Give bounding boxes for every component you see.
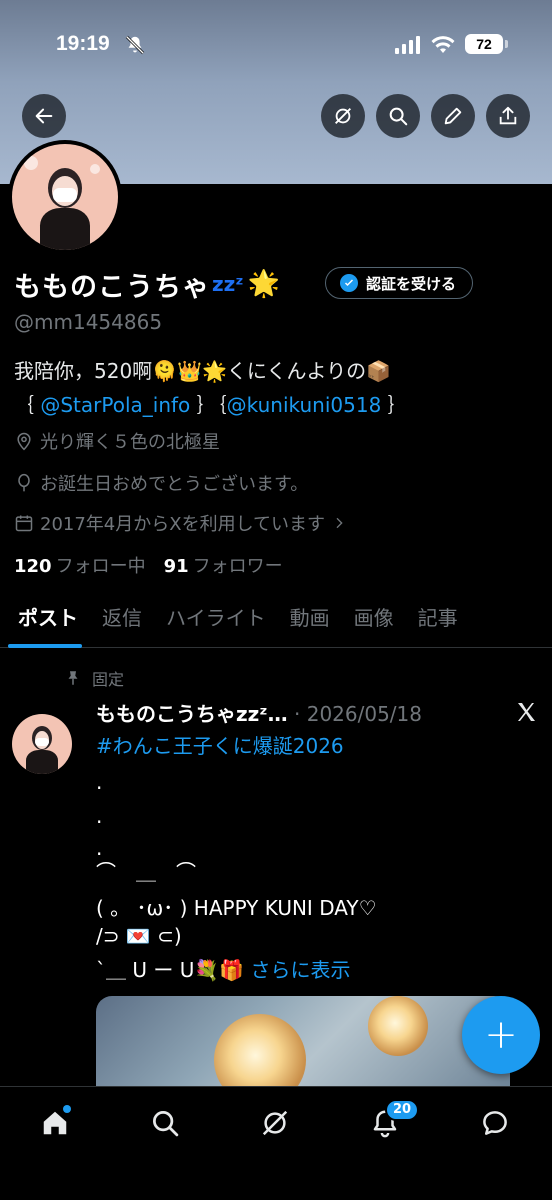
bell-muted-icon (125, 35, 145, 55)
profile-location: 光り輝く５色の北極星 (14, 428, 220, 454)
followers-count: 91 (163, 556, 189, 577)
status-time: 19:19 (56, 32, 110, 55)
bio-brace: ｝ (387, 393, 408, 417)
profile-birthday: お誕生日おめでとうございます。 (14, 470, 308, 496)
chevron-right-icon (336, 517, 343, 529)
tab-videos[interactable]: 動画 (278, 596, 342, 648)
bio-line-2: ｛ @StarPola_info ｝｛@kunikuni0518 ｝ (14, 388, 408, 422)
battery-indicator: 72 (465, 34, 508, 54)
x-logo-icon[interactable] (514, 700, 538, 724)
grok-button[interactable] (321, 94, 365, 138)
bio-brace: ｛ (14, 393, 34, 417)
home-unread-dot (63, 1105, 71, 1113)
post-header: もものこうちゃzzᶻ… · 2026/05/18 (96, 698, 422, 727)
profile-name: もものこうちゃ (14, 271, 210, 303)
profile-joined[interactable]: 2017年4月からXを利用しています (14, 510, 347, 536)
nav-notifications[interactable]: 20 (367, 1099, 420, 1141)
show-more-link[interactable]: さらに表示 (251, 958, 351, 982)
tab-replies[interactable]: 返信 (90, 596, 154, 648)
bio-link-kunikuni[interactable]: @kunikuni0518 (227, 393, 382, 417)
edit-button[interactable] (431, 94, 475, 138)
post-last-line: `＿ U ー U💐🎁 さらに表示 (96, 954, 351, 983)
pin-icon (68, 671, 78, 685)
post-line-text: `＿ U ー U💐🎁 (96, 958, 251, 982)
bio-brace: ｝｛ (196, 393, 227, 417)
star-icon: 🌟 (247, 269, 281, 299)
back-button[interactable] (22, 94, 66, 138)
tab-articles[interactable]: 記事 (406, 596, 470, 648)
nav-home[interactable] (37, 1105, 73, 1141)
follow-stats: 120 フォロー中 91 フォロワー (14, 552, 283, 578)
wifi-icon (431, 36, 455, 53)
profile-bio: 我陪你，520啊🫠👑🌟くにくんよりの📦 ｛ @StarPola_info ｝｛@… (14, 354, 408, 422)
post-line: . (96, 804, 103, 828)
location-text: 光り輝く５色の北極星 (40, 432, 220, 453)
post-line: ( 。 ･ω･ ) HAPPY KUNI DAY♡ (96, 896, 377, 920)
profile-avatar[interactable] (8, 140, 122, 254)
messages-icon (483, 1111, 507, 1135)
followers-link[interactable]: 91 フォロワー (164, 552, 283, 578)
post-author-avatar[interactable] (12, 714, 72, 774)
following-label: フォロー中 (55, 556, 146, 577)
profile-name-suffix: zzᶻ (212, 272, 244, 296)
post-date: · 2026/05/18 (294, 702, 422, 726)
compose-button[interactable]: + (462, 996, 540, 1074)
nav-grok[interactable] (257, 1105, 293, 1141)
pinned-indicator: 固定 (64, 666, 124, 690)
search-icon (153, 1111, 179, 1137)
following-link[interactable]: 120 フォロー中 (14, 552, 146, 578)
nav-messages[interactable] (477, 1105, 513, 1141)
followers-label: フォロワー (192, 556, 283, 577)
post-line: ⌒ ＿ ⌒ (96, 860, 196, 884)
get-verified-button[interactable]: 認証を受ける (325, 267, 474, 299)
notification-count-badge: 20 (385, 1099, 420, 1121)
birthday-text: お誕生日おめでとうございます。 (40, 474, 309, 495)
nav-search[interactable] (147, 1105, 183, 1141)
back-arrow-icon (35, 108, 53, 124)
post-line: . (96, 770, 103, 794)
following-count: 120 (14, 556, 52, 577)
tab-images[interactable]: 画像 (342, 596, 406, 648)
status-bar: 19:19 72 (0, 30, 552, 64)
bio-link-starpola[interactable]: @StarPola_info (40, 393, 190, 417)
grok-icon (262, 1110, 288, 1136)
profile-name-row: もものこうちゃ zzᶻ 🌟 (14, 264, 280, 304)
joined-text: 2017年4月からXを利用しています (40, 514, 326, 535)
share-button[interactable] (486, 94, 530, 138)
share-icon (499, 106, 517, 125)
profile-handle: @mm1454865 (14, 310, 163, 334)
calendar-icon (15, 515, 33, 532)
tab-posts[interactable]: ポスト (0, 596, 90, 648)
bio-line-1: 我陪你，520啊🫠👑🌟くにくんよりの📦 (14, 359, 391, 383)
search-icon (389, 107, 408, 126)
pinned-label: 固定 (92, 670, 125, 689)
location-icon (17, 432, 31, 451)
lightbulb-decoration (214, 1014, 306, 1086)
balloon-icon (18, 473, 30, 492)
verified-check-icon (340, 274, 358, 292)
get-verified-label: 認証を受ける (366, 274, 457, 293)
profile-tabs: ポスト 返信 ハイライト 動画 画像 記事 (0, 596, 552, 648)
plus-icon: + (484, 1012, 518, 1058)
post-hashtag[interactable]: #わんこ王子くに爆誕2026 (96, 730, 344, 759)
edit-icon (444, 107, 462, 125)
grok-icon (335, 108, 351, 124)
post-image[interactable] (96, 996, 510, 1086)
tab-highlights[interactable]: ハイライト (154, 596, 278, 648)
post-line: /⊃ 💌 ⊂) (96, 924, 182, 948)
post-author-name[interactable]: もものこうちゃzzᶻ… (96, 702, 288, 726)
bottom-navigation: 20 (0, 1086, 552, 1200)
search-button[interactable] (376, 94, 420, 138)
signal-icon (395, 36, 420, 54)
lightbulb-decoration (368, 996, 428, 1056)
